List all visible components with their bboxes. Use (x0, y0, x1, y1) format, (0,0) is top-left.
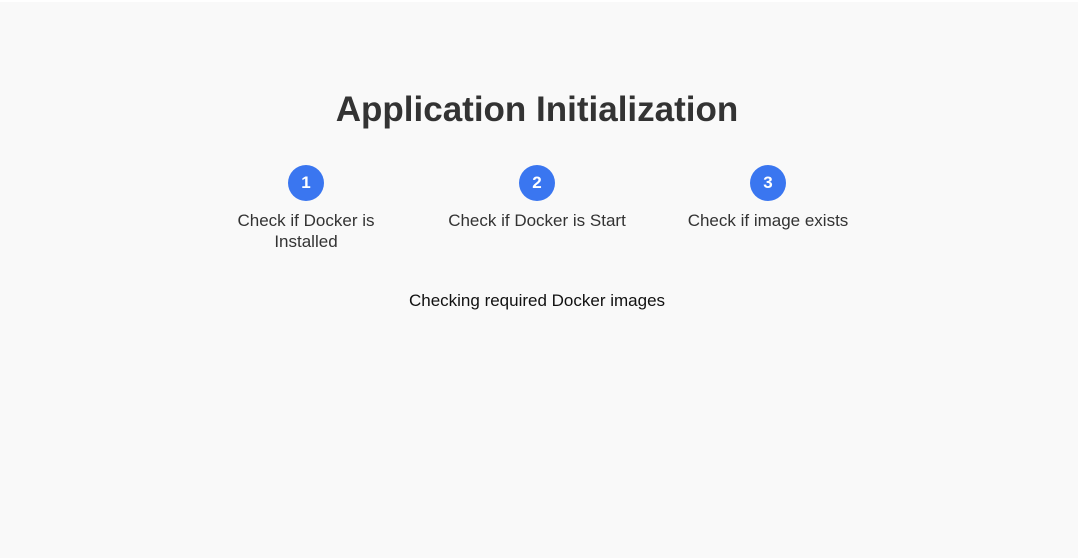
step-2-label: Check if Docker is Start (448, 211, 626, 230)
top-edge (0, 0, 1080, 2)
step-3: 3 Check if image exists (678, 165, 858, 231)
step-1: 1 Check if Docker is Installed (216, 165, 396, 252)
step-2-number-badge: 2 (519, 165, 555, 201)
step-1-number-badge: 1 (288, 165, 324, 201)
page-title: Application Initialization (335, 90, 739, 129)
status-message: Checking required Docker images (408, 291, 666, 310)
step-3-number-badge: 3 (750, 165, 786, 201)
step-1-label: Check if Docker is Installed (237, 211, 375, 251)
step-2: 2 Check if Docker is Start (447, 165, 627, 231)
step-3-label: Check if image exists (687, 211, 849, 230)
steps-progress: 1 Check if Docker is Installed 2 Check i… (0, 165, 1074, 265)
